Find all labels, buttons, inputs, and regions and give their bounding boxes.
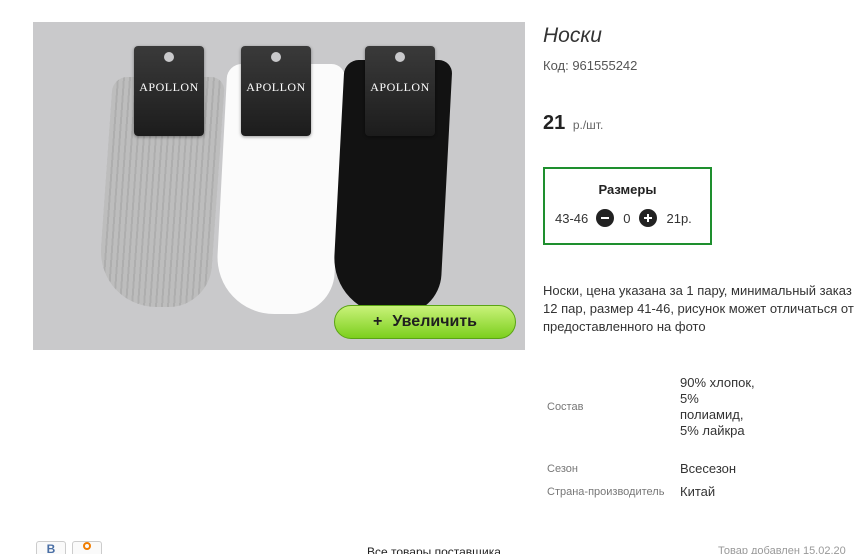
- share-ok-button[interactable]: [72, 541, 102, 554]
- product-description: Носки, цена указана за 1 пару, минимальн…: [543, 283, 854, 334]
- price-value: 21: [543, 112, 566, 134]
- price-unit: р./шт.: [572, 118, 604, 132]
- sizes-heading: Размеры: [598, 182, 657, 197]
- quantity-value: 0: [623, 210, 631, 226]
- spec-row: Сезон Всесезон: [547, 461, 857, 477]
- product-image[interactable]: APOLLON APOLLON APOLLON + Увеличить: [33, 22, 525, 350]
- spec-label: Страна-производитель: [547, 486, 665, 498]
- spec-value: 90% хлопок, 5% полиамид, 5% лайкра: [680, 375, 755, 438]
- zoom-button[interactable]: + Увеличить: [334, 305, 516, 339]
- product-code: Код: 961555242: [543, 58, 638, 73]
- plus-icon: +: [372, 313, 383, 330]
- sock-label: APOLLON: [365, 46, 435, 136]
- product-title: Носки: [543, 24, 602, 47]
- size-row: 43-46 0 21р.: [555, 209, 692, 227]
- spec-value: Китай: [680, 484, 716, 499]
- size-value: 43-46: [555, 210, 589, 226]
- sizes-box: Размеры 43-46 0 21р.: [543, 167, 712, 245]
- zoom-button-label: Увеличить: [392, 313, 477, 330]
- size-price: 21р.: [666, 210, 692, 226]
- spec-value: Всесезон: [680, 461, 737, 476]
- added-date: Товар добавлен 15.02.20: [718, 545, 846, 554]
- plus-circle-icon[interactable]: [639, 209, 658, 227]
- spec-row: Страна-производитель Китай: [547, 484, 857, 500]
- share-vk-button[interactable]: В: [36, 541, 66, 554]
- all-supplier-goods-link[interactable]: Все товары поставщика: [367, 545, 501, 554]
- spec-label: Сезон: [547, 463, 578, 475]
- spec-row: Состав 90% хлопок, 5% полиамид, 5% лайкр…: [547, 358, 857, 456]
- product-price: 21 р./шт.: [543, 112, 603, 135]
- sock-label: APOLLON: [134, 46, 204, 136]
- minus-circle-icon[interactable]: [596, 209, 615, 227]
- sock-label: APOLLON: [241, 46, 311, 136]
- ok-icon: [82, 542, 92, 554]
- spec-label: Состав: [547, 401, 584, 413]
